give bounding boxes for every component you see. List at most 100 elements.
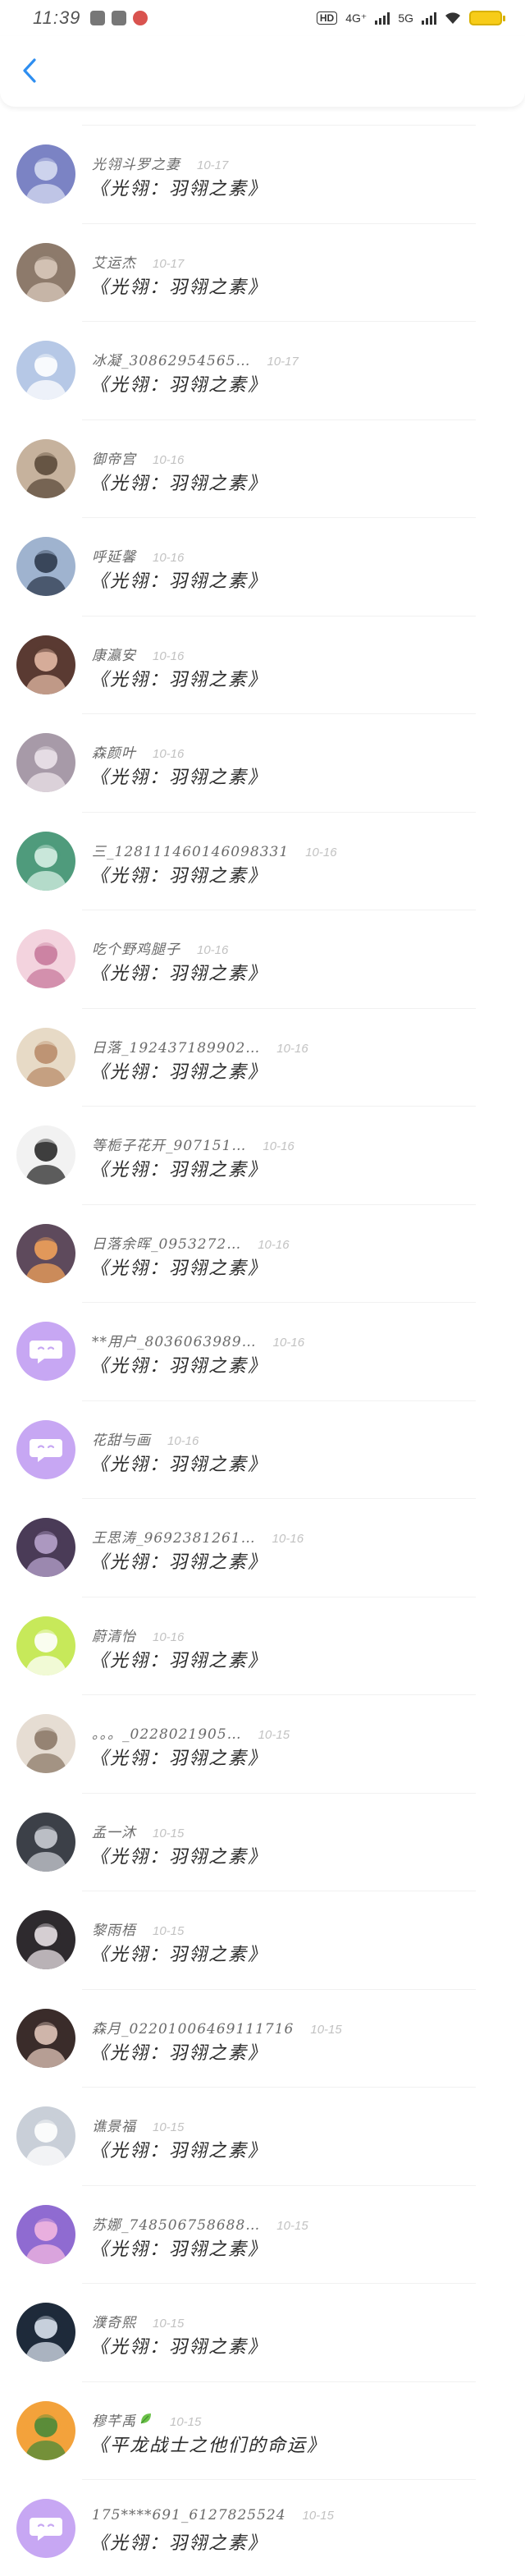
- portrait-avatar: [16, 1910, 75, 1969]
- username[interactable]: 吃个野鸡腿子: [92, 937, 180, 958]
- comment-item[interactable]: 御帝宫 10-16 《光翎：羽翎之素》: [0, 418, 525, 516]
- portrait-avatar: [16, 635, 75, 694]
- username[interactable]: 御帝宫: [92, 447, 136, 468]
- comment-item[interactable]: 王思涛_9692381261… 10-16 《光翎：羽翎之素》: [0, 1497, 525, 1595]
- avatar[interactable]: [16, 929, 75, 988]
- avatar[interactable]: [16, 1812, 75, 1872]
- avatar[interactable]: [16, 1223, 75, 1283]
- username[interactable]: 森颜叶: [92, 741, 136, 762]
- avatar[interactable]: [16, 438, 75, 498]
- username[interactable]: 康瀛安: [92, 644, 136, 664]
- avatar[interactable]: [16, 1322, 75, 1381]
- back-button[interactable]: [15, 56, 44, 85]
- comment-item[interactable]: 花甜与画 10-16 《光翎：羽翎之素》: [0, 1399, 525, 1497]
- comment-item[interactable]: 吃个野鸡腿子 10-16 《光翎：羽翎之素》: [0, 908, 525, 1006]
- comment-item[interactable]: 175****691_6127825524 10-15 《光翎：羽翎之素》: [0, 2477, 525, 2576]
- username[interactable]: 王思涛_9692381261…: [92, 1526, 256, 1547]
- username[interactable]: **用户_8036063989…: [92, 1330, 257, 1350]
- avatar[interactable]: [16, 1910, 75, 1969]
- username[interactable]: 谯景福: [92, 2115, 136, 2135]
- username[interactable]: 苏娜_748506758688…: [92, 2213, 260, 2234]
- username[interactable]: 日落_192437189902…: [92, 1036, 260, 1057]
- comment-item[interactable]: **用户_8036063989… 10-16 《光翎：羽翎之素》: [0, 1300, 525, 1399]
- username[interactable]: 等栀子花开_907151…: [92, 1134, 246, 1154]
- comment-text: 《光翎：羽翎之素》: [90, 865, 268, 887]
- username[interactable]: 日落余晖_0953272…: [92, 1232, 241, 1253]
- comment-item[interactable]: 苏娜_748506758688… 10-15 《光翎：羽翎之素》: [0, 2184, 525, 2282]
- anime-boy-avatar: [16, 2106, 75, 2166]
- comment-date: 10-17: [267, 355, 299, 369]
- avatar[interactable]: [16, 2499, 75, 2558]
- username[interactable]: 森月_02201006469111716: [92, 2017, 294, 2037]
- comment-date: 10-15: [276, 2218, 308, 2233]
- username[interactable]: 蔚清怡: [92, 1625, 136, 1645]
- username[interactable]: 艾运杰: [92, 251, 136, 272]
- hd-badge: HD: [316, 11, 338, 25]
- floral-avatar: [16, 1027, 75, 1087]
- username[interactable]: 花甜与画: [92, 1428, 151, 1449]
- avatar[interactable]: [16, 2008, 75, 2068]
- username[interactable]: 孟一沐: [92, 1821, 136, 1841]
- comment-item[interactable]: 冰凝_30862954565… 10-17 《光翎：羽翎之素》: [0, 319, 525, 418]
- comment-item[interactable]: 谯景福 10-15 《光翎：羽翎之素》: [0, 2085, 525, 2184]
- comment-item[interactable]: 蔚清怡 10-16 《光翎：羽翎之素》: [0, 1595, 525, 1694]
- comment-item[interactable]: 日落_192437189902… 10-16 《光翎：羽翎之素》: [0, 1006, 525, 1105]
- avatar[interactable]: [16, 1518, 75, 1577]
- username[interactable]: 175****691_6127825524: [92, 2507, 286, 2523]
- comment-item[interactable]: 濮奇熙 10-15 《光翎：羽翎之素》: [0, 2281, 525, 2380]
- avatar[interactable]: [16, 2400, 75, 2460]
- comment-item[interactable]: 森月_02201006469111716 10-15 《光翎：羽翎之素》: [0, 1987, 525, 2086]
- comment-item[interactable]: 日落余晖_0953272… 10-16 《光翎：羽翎之素》: [0, 1203, 525, 1301]
- avatar[interactable]: [16, 1027, 75, 1087]
- username[interactable]: 。。。_0228021905…: [92, 1722, 242, 1743]
- avatar[interactable]: [16, 2303, 75, 2362]
- avatar[interactable]: [16, 2204, 75, 2264]
- username[interactable]: 濮奇熙: [92, 2311, 136, 2331]
- snow-girl-avatar: [16, 341, 75, 400]
- dark-anime-avatar: [16, 1518, 75, 1577]
- comment-item[interactable]: 三_128111460146098331 10-16 《光翎：羽翎之素》: [0, 810, 525, 909]
- avatar[interactable]: [16, 242, 75, 302]
- avatar[interactable]: [16, 733, 75, 792]
- username[interactable]: 三_128111460146098331: [92, 840, 289, 860]
- avatar[interactable]: [16, 1419, 75, 1479]
- comment-date: 10-16: [153, 452, 185, 467]
- comment-item[interactable]: 孟一沐 10-15 《光翎：羽翎之素》: [0, 1791, 525, 1890]
- comment-item[interactable]: 康瀛安 10-16 《光翎：羽翎之素》: [0, 614, 525, 713]
- comment-text: 《光翎：羽翎之素》: [90, 2337, 268, 2358]
- anime-girl-avatar: [16, 1714, 75, 1773]
- comment-item[interactable]: 光翎斗罗之妻 10-17 《光翎：羽翎之素》: [0, 123, 525, 222]
- signal-icon: [422, 11, 436, 25]
- comment-text: 《光翎：羽翎之素》: [90, 2141, 268, 2161]
- comment-item[interactable]: 黎雨梧 10-15 《光翎：羽翎之素》: [0, 1889, 525, 1987]
- username[interactable]: 呼延馨: [92, 545, 136, 566]
- comment-item[interactable]: 艾运杰 10-17 《光翎：羽翎之素》: [0, 222, 525, 320]
- avatar[interactable]: [16, 537, 75, 596]
- comment-item[interactable]: 等栀子花开_907151… 10-16 《光翎：羽翎之素》: [0, 1104, 525, 1203]
- comment-meta: 艾运杰 10-17: [92, 251, 184, 272]
- avatar[interactable]: [16, 2106, 75, 2166]
- comment-meta: 森颜叶 10-16: [92, 741, 184, 762]
- username[interactable]: 穆芊禹: [92, 2409, 136, 2430]
- username[interactable]: 光翎斗罗之妻: [92, 153, 180, 173]
- avatar[interactable]: [16, 1125, 75, 1185]
- bird-avatar: [16, 537, 75, 596]
- comment-meta: 蔚清怡 10-16: [92, 1625, 184, 1645]
- avatar[interactable]: [16, 1616, 75, 1675]
- avatar[interactable]: [16, 635, 75, 694]
- comment-item[interactable]: 穆芊禹 10-15 《平龙战士之他们的命运》: [0, 2380, 525, 2478]
- comment-item[interactable]: 。。。_0228021905… 10-15 《光翎：羽翎之素》: [0, 1693, 525, 1791]
- comment-date: 10-16: [153, 1629, 185, 1644]
- username[interactable]: 冰凝_30862954565…: [92, 349, 250, 369]
- comment-date: 10-16: [197, 943, 229, 957]
- avatar[interactable]: [16, 1714, 75, 1773]
- avatar[interactable]: [16, 831, 75, 891]
- avatar[interactable]: [16, 341, 75, 400]
- comment-text: 《光翎：羽翎之素》: [90, 1552, 268, 1573]
- username[interactable]: 黎雨梧: [92, 1918, 136, 1939]
- avatar[interactable]: [16, 144, 75, 204]
- comment-meta: 冰凝_30862954565… 10-17: [92, 349, 299, 369]
- comment-item[interactable]: 森颜叶 10-16 《光翎：羽翎之素》: [0, 712, 525, 810]
- comment-item[interactable]: 呼延馨 10-16 《光翎：羽翎之素》: [0, 516, 525, 614]
- comment-text: 《光翎：羽翎之素》: [90, 1356, 268, 1377]
